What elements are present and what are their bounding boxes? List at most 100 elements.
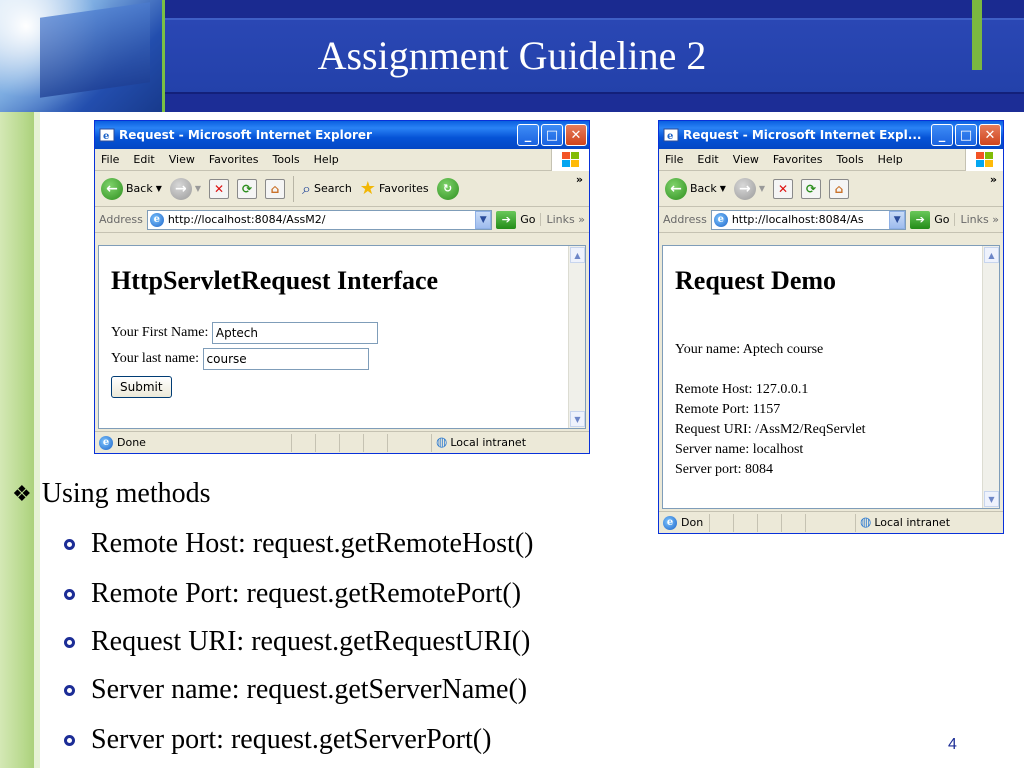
favorites-button[interactable]: ★ Favorites — [360, 178, 429, 199]
menu-view[interactable]: View — [733, 153, 759, 166]
toolbar-overflow-chevron[interactable]: » — [990, 173, 997, 186]
search-button[interactable]: ⌕ Search — [302, 179, 352, 199]
window-titlebar[interactable]: e Request - Microsoft Internet Explorer … — [95, 121, 589, 149]
bullet-item-text: Remote Port: request.getRemotePort() — [91, 578, 522, 609]
page-icon: e — [149, 212, 164, 227]
menu-view[interactable]: View — [169, 153, 195, 166]
address-label: Address — [663, 213, 707, 226]
menu-help[interactable]: Help — [314, 153, 339, 166]
circle-bullet-icon — [64, 636, 75, 648]
scroll-down-icon[interactable]: ▼ — [984, 491, 999, 507]
first-name-label: Your First Name: — [111, 325, 209, 341]
stop-icon[interactable]: ✕ — [209, 178, 230, 199]
address-value: http://localhost:8084/AssM2/ — [167, 213, 326, 226]
page-content: HttpServletRequest Interface Your First … — [98, 245, 586, 429]
request-uri-line: Request URI: /AssM2/ReqServlet — [675, 422, 866, 437]
go-label[interactable]: Go — [934, 213, 949, 226]
bullet-item-text: Request URI: request.getRequestURI() — [91, 626, 531, 657]
home-icon[interactable]: ⌂ — [829, 178, 850, 199]
home-icon[interactable]: ⌂ — [265, 178, 286, 199]
vertical-scrollbar[interactable]: ▲ ▼ — [982, 246, 999, 508]
favorites-star-icon: ★ — [359, 178, 376, 199]
title-accent-bar — [972, 0, 982, 70]
security-zone: ◍ Local intranet — [855, 513, 950, 532]
menu-edit[interactable]: Edit — [133, 153, 154, 166]
scroll-up-icon[interactable]: ▲ — [984, 247, 999, 263]
windows-flag-icon — [965, 149, 1003, 171]
links-button[interactable]: Links » — [539, 213, 590, 226]
back-arrow-icon: ← — [665, 177, 687, 200]
bullet-main-text: Using methods — [41, 478, 211, 509]
menu-tools[interactable]: Tools — [273, 153, 300, 166]
back-label: Back — [126, 182, 153, 195]
first-name-row: Your First Name: Aptech — [111, 322, 378, 344]
minimize-button[interactable]: _ — [931, 124, 953, 146]
svg-text:e: e — [103, 131, 109, 142]
minimize-button[interactable]: _ — [517, 124, 539, 146]
links-label: Links — [546, 213, 575, 226]
menu-edit[interactable]: Edit — [697, 153, 718, 166]
address-dropdown-icon[interactable]: ▼ — [475, 210, 492, 229]
circle-bullet-icon — [64, 538, 75, 550]
menu-tools[interactable]: Tools — [837, 153, 864, 166]
submit-button[interactable]: Submit — [111, 376, 172, 398]
refresh-icon[interactable]: ⟳ — [801, 178, 822, 199]
window-title: Request - Microsoft Internet Expl... — [683, 128, 922, 142]
back-button[interactable]: ← Back ▼ — [101, 177, 162, 200]
toolbar-overflow-chevron[interactable]: » — [576, 173, 583, 186]
vertical-scrollbar[interactable]: ▲ ▼ — [568, 246, 585, 428]
circle-bullet-icon — [64, 734, 75, 746]
ie-window-icon: e — [663, 128, 679, 142]
go-arrow-icon[interactable]: ➔ — [910, 210, 931, 229]
media-icon[interactable]: ↻ — [436, 177, 459, 200]
first-name-input[interactable]: Aptech — [211, 322, 378, 344]
windows-flag-icon — [551, 149, 589, 171]
menu-file[interactable]: File — [101, 153, 119, 166]
last-name-input[interactable]: course — [202, 348, 369, 370]
scroll-up-icon[interactable]: ▲ — [570, 247, 585, 263]
bullet-item: Remote Port: request.getRemotePort() — [64, 578, 521, 610]
forward-button[interactable]: → ▼ — [169, 177, 201, 200]
maximize-button[interactable]: □ — [541, 124, 563, 146]
toolbar: ← Back ▼ → ▼ ✕ ⟳ ⌂ » — [659, 171, 1003, 207]
address-input[interactable]: e http://localhost:8084/AssM2/ ▼ — [146, 209, 493, 230]
status-bar: e Done ◍ Local intranet — [95, 431, 589, 453]
address-value: http://localhost:8084/As — [731, 213, 864, 226]
window-title: Request - Microsoft Internet Explorer — [119, 128, 372, 142]
menu-help[interactable]: Help — [878, 153, 903, 166]
right-browser-window: e Request - Microsoft Internet Expl... _… — [658, 120, 1004, 534]
window-titlebar[interactable]: e Request - Microsoft Internet Expl... _… — [659, 121, 1003, 149]
go-label[interactable]: Go — [520, 213, 535, 226]
back-label: Back — [690, 182, 717, 195]
menu-bar: File Edit View Favorites Tools Help — [95, 149, 589, 171]
menu-favorites[interactable]: Favorites — [209, 153, 259, 166]
go-arrow-icon[interactable]: ➔ — [496, 210, 517, 229]
status-bar: e Don ◍ Local intranet — [659, 511, 1003, 533]
links-button[interactable]: Links » — [953, 213, 1004, 226]
menu-favorites[interactable]: Favorites — [773, 153, 823, 166]
close-button[interactable]: ✕ — [979, 124, 1001, 146]
last-name-row: Your last name: course — [111, 348, 369, 370]
address-input[interactable]: e http://localhost:8084/As ▼ — [710, 209, 907, 230]
address-label: Address — [99, 213, 143, 226]
status-text: Done — [117, 436, 146, 449]
refresh-icon[interactable]: ⟳ — [237, 178, 258, 199]
bullet-item: Server name: request.getServerName() — [64, 674, 527, 706]
menu-file[interactable]: File — [665, 153, 683, 166]
back-button[interactable]: ← Back ▼ — [665, 177, 726, 200]
stop-icon[interactable]: ✕ — [773, 178, 794, 199]
close-button[interactable]: ✕ — [565, 124, 587, 146]
status-page-icon: e — [663, 515, 677, 530]
favorites-label: Favorites — [378, 182, 429, 195]
bullet-item: Remote Host: request.getRemoteHost() — [64, 528, 533, 560]
scroll-down-icon[interactable]: ▼ — [570, 411, 585, 427]
address-bar: Address e http://localhost:8084/AssM2/ ▼… — [95, 207, 589, 233]
forward-button[interactable]: → ▼ — [733, 177, 765, 200]
slide-corner-graphic — [0, 0, 162, 112]
forward-arrow-icon: → — [169, 177, 192, 200]
globe-icon: ◍ — [436, 435, 448, 450]
circle-bullet-icon — [64, 684, 75, 696]
maximize-button[interactable]: □ — [955, 124, 977, 146]
bullet-item-text: Remote Host: request.getRemoteHost() — [91, 528, 534, 559]
address-dropdown-icon[interactable]: ▼ — [889, 210, 906, 229]
